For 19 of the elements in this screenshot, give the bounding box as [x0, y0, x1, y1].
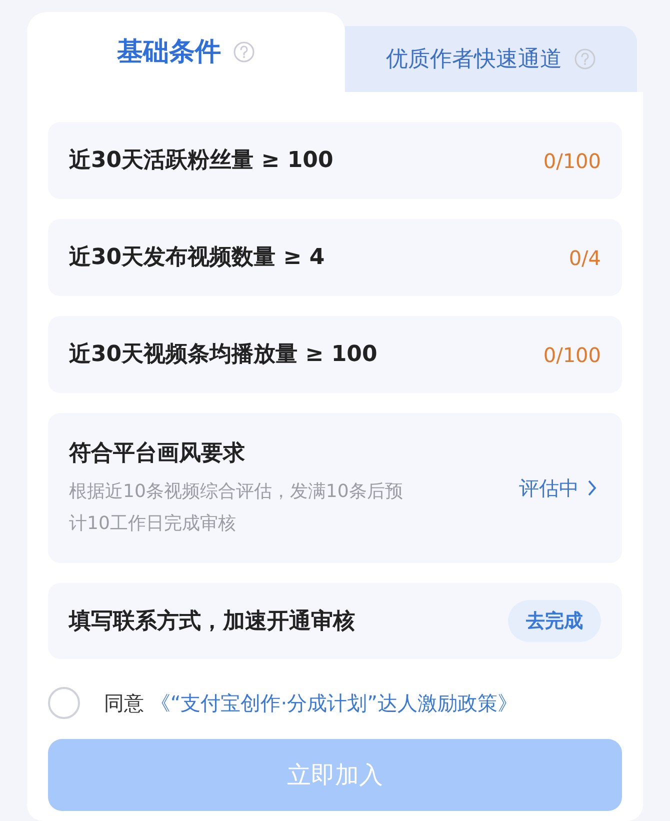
help-icon[interactable] — [233, 41, 255, 63]
progress-count: 0/4 — [568, 244, 601, 272]
condition-description: 根据近10条视频综合评估，发满10条后预计10工作日完成审核 — [69, 480, 404, 536]
policy-link[interactable]: 《“支付宝创作·分成计划”达人激励政策》 — [150, 691, 518, 715]
chevron-right-icon — [587, 479, 597, 497]
agreement-text: 同意 《“支付宝创作·分成计划”达人激励政策》 — [104, 690, 518, 717]
progress-count: 0/100 — [543, 342, 601, 368]
condition-label: 近30天活跃粉丝量 ≥ 100 — [69, 147, 334, 175]
condition-label: 符合平台画风要求 — [69, 440, 246, 468]
help-icon[interactable] — [574, 48, 596, 70]
tab[interactable]: 基础条件 — [27, 12, 345, 92]
progress-count: 0/100 — [543, 148, 601, 174]
condition-label: 近30天发布视频数量 ≥ 4 — [69, 244, 325, 272]
agree-checkbox[interactable] — [48, 687, 80, 719]
status-link[interactable]: 评估中 — [519, 473, 597, 503]
tab[interactable]: 优质作者快速通道 — [345, 26, 637, 92]
condition-label: 填写联系方式，加速开通审核 — [69, 608, 355, 636]
complete-button[interactable]: 去完成 — [508, 600, 601, 642]
condition-label: 近30天视频条均播放量 ≥ 100 — [69, 341, 378, 369]
